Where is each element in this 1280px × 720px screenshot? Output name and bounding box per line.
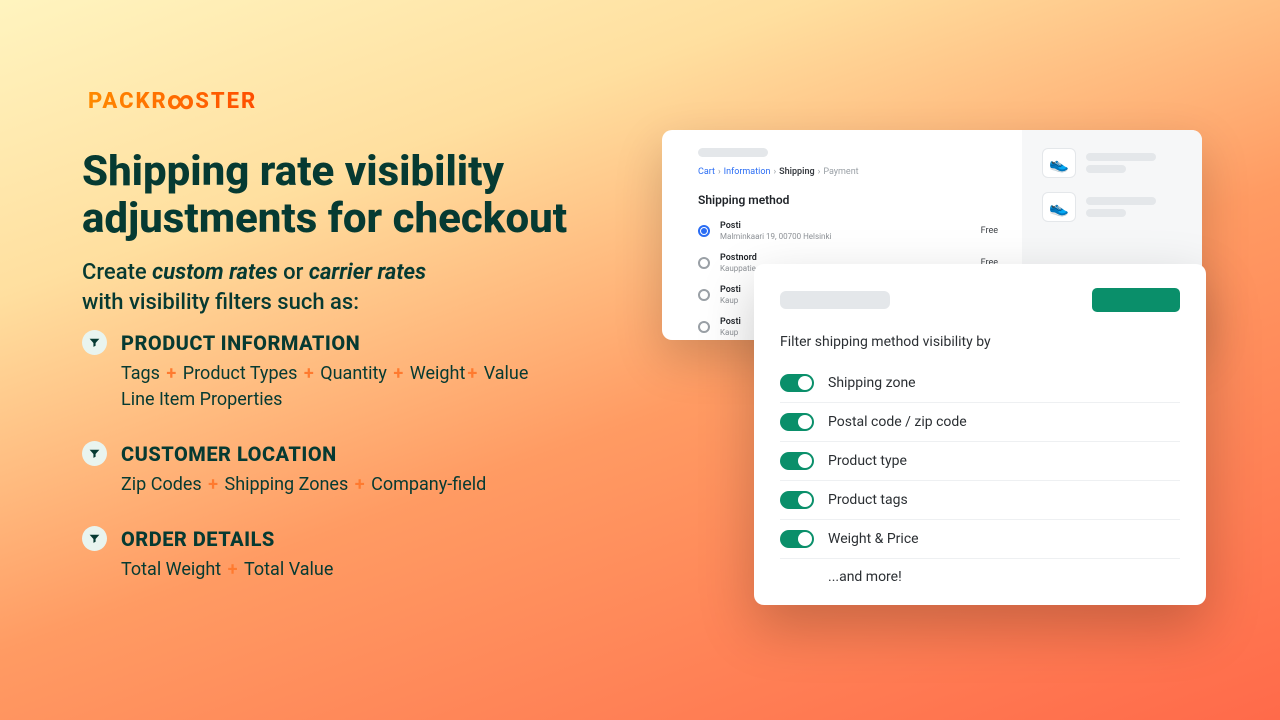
radio-icon[interactable] (698, 289, 710, 301)
radio-icon[interactable] (698, 321, 710, 333)
bullet-body: Zip Codes + Shipping Zones + Company-fie… (121, 472, 642, 498)
cart-line: 👟 (1042, 192, 1182, 222)
filter-label: Shipping zone (828, 375, 916, 391)
breadcrumb-cart[interactable]: Cart (698, 167, 715, 177)
bullet-product-info: PRODUCT INFORMATION Tags + Product Types… (82, 330, 642, 413)
infinity-icon: ∞ (167, 86, 196, 116)
feature-bullets: PRODUCT INFORMATION Tags + Product Types… (82, 330, 642, 611)
filter-toggle-row: Shipping zone (780, 364, 1180, 403)
filter-toggle-row: Weight & Price (780, 520, 1180, 559)
breadcrumb: Cart›Information›Shipping›Payment (698, 167, 998, 177)
filters-header: Filter shipping method visibility by (780, 334, 1180, 350)
toggle-switch[interactable] (780, 374, 814, 392)
filter-label: Weight & Price (828, 531, 919, 547)
breadcrumb-payment: Payment (823, 167, 858, 177)
subhead-suffix: with visibility filters such as: (82, 290, 359, 315)
brand-logo: PACKR ∞ STER (88, 86, 257, 116)
subhead-mid: or (278, 260, 309, 285)
skeleton-bar (698, 148, 768, 157)
filter-label: Product type (828, 453, 907, 469)
radio-icon[interactable] (698, 257, 710, 269)
bullet-order-details: ORDER DETAILS Total Weight + Total Value (82, 526, 642, 583)
bullet-title: ORDER DETAILS (121, 527, 275, 551)
bullet-body: Tags + Product Types + Quantity + Weight… (121, 361, 642, 413)
page-headline: Shipping rate visibility adjustments for… (82, 148, 642, 242)
brand-name-left: PACKR (88, 89, 168, 114)
filter-icon (82, 526, 107, 551)
shipping-name: Postnord (720, 253, 971, 263)
shipping-price: Free (981, 226, 998, 236)
skeleton-bar (780, 291, 890, 309)
filter-toggle-row: Product type (780, 442, 1180, 481)
breadcrumb-information[interactable]: Information (724, 167, 771, 177)
toggle-switch[interactable] (780, 452, 814, 470)
bullet-customer-location: CUSTOMER LOCATION Zip Codes + Shipping Z… (82, 441, 642, 498)
subhead-em1: custom rates (152, 260, 278, 285)
toggle-switch[interactable] (780, 530, 814, 548)
brand-name-right: STER (195, 89, 257, 114)
filter-label: Postal code / zip code (828, 414, 967, 430)
shipping-method-header: Shipping method (698, 193, 998, 207)
page-subhead: Create custom rates or carrier rates wit… (82, 258, 602, 317)
subhead-em2: carrier rates (309, 260, 426, 285)
filter-icon (82, 330, 107, 355)
shipping-name: Posti (720, 221, 971, 231)
bullet-body: Total Weight + Total Value (121, 557, 642, 583)
radio-icon[interactable] (698, 225, 710, 237)
breadcrumb-shipping: Shipping (779, 167, 814, 177)
subhead-prefix: Create (82, 260, 152, 285)
skeleton-bar (1086, 153, 1156, 161)
toggle-switch[interactable] (780, 491, 814, 509)
filters-more: ...and more! (780, 559, 1180, 591)
filter-icon (82, 441, 107, 466)
filter-toggle-row: Product tags (780, 481, 1180, 520)
filter-label: Product tags (828, 492, 908, 508)
filters-card: Filter shipping method visibility by Shi… (754, 264, 1206, 605)
primary-action-button[interactable] (1092, 288, 1180, 312)
shipping-sub: Malminkaari 19, 00700 Helsinki (720, 232, 971, 241)
skeleton-bar (1086, 165, 1126, 173)
cart-line: 👟 (1042, 148, 1182, 178)
skeleton-bar (1086, 197, 1156, 205)
skeleton-bar (1086, 209, 1126, 217)
sneaker-icon: 👟 (1042, 148, 1076, 178)
sneaker-icon: 👟 (1042, 192, 1076, 222)
bullet-title: PRODUCT INFORMATION (121, 331, 360, 355)
toggle-switch[interactable] (780, 413, 814, 431)
shipping-option[interactable]: Posti Malminkaari 19, 00700 Helsinki Fre… (698, 217, 998, 249)
filter-toggle-row: Postal code / zip code (780, 403, 1180, 442)
bullet-title: CUSTOMER LOCATION (121, 442, 337, 466)
